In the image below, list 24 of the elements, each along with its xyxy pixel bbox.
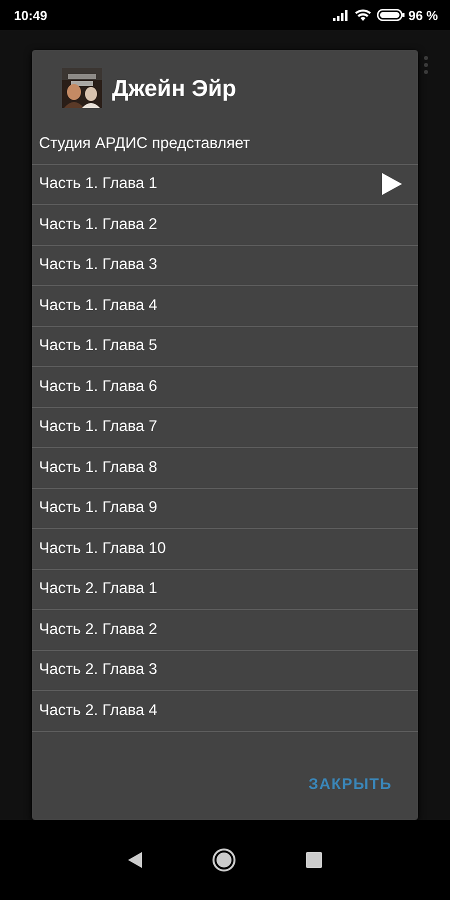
chapter-title[interactable]: Часть 2. Глава 2 xyxy=(39,620,402,639)
chapter-title[interactable]: Часть 1. Глава 8 xyxy=(39,458,402,477)
signal-icon xyxy=(333,10,350,20)
chapter-title[interactable]: Часть 2. Глава 4 xyxy=(39,702,402,720)
battery-icon xyxy=(377,9,406,21)
chapter-title[interactable]: Часть 1. Глава 4 xyxy=(39,296,402,315)
chapter-title[interactable]: Часть 1. Глава 2 xyxy=(39,216,402,234)
chapter-title[interactable]: Часть 1. Глава 9 xyxy=(39,499,402,518)
wifi-icon xyxy=(355,9,372,21)
dialog-title: Джейн Эйр xyxy=(112,74,236,102)
chapter-title[interactable]: Часть 1. Глава 10 xyxy=(39,540,402,558)
home-icon[interactable] xyxy=(212,848,236,872)
chapter-title[interactable]: Часть 2. Глава 1 xyxy=(39,580,402,598)
back-icon[interactable] xyxy=(128,852,142,868)
status-time: 10:49 xyxy=(14,8,48,22)
chapter-title[interactable]: Часть 2. Глава 3 xyxy=(39,661,402,680)
chapter-title[interactable]: Часть 1. Глава 7 xyxy=(39,418,402,436)
chapter-title[interactable]: Часть 1. Глава 5 xyxy=(39,337,402,356)
battery-percent: 96 % xyxy=(408,8,438,22)
chapter-title[interactable]: Часть 1. Глава 3 xyxy=(39,256,402,274)
chapter-title[interactable]: Часть 1. Глава 1 xyxy=(39,175,382,194)
play-icon[interactable] xyxy=(382,173,402,196)
chapter-title[interactable]: Часть 1. Глава 6 xyxy=(39,378,402,396)
chapter-title[interactable]: Студия АРДИС представляет xyxy=(39,134,402,153)
